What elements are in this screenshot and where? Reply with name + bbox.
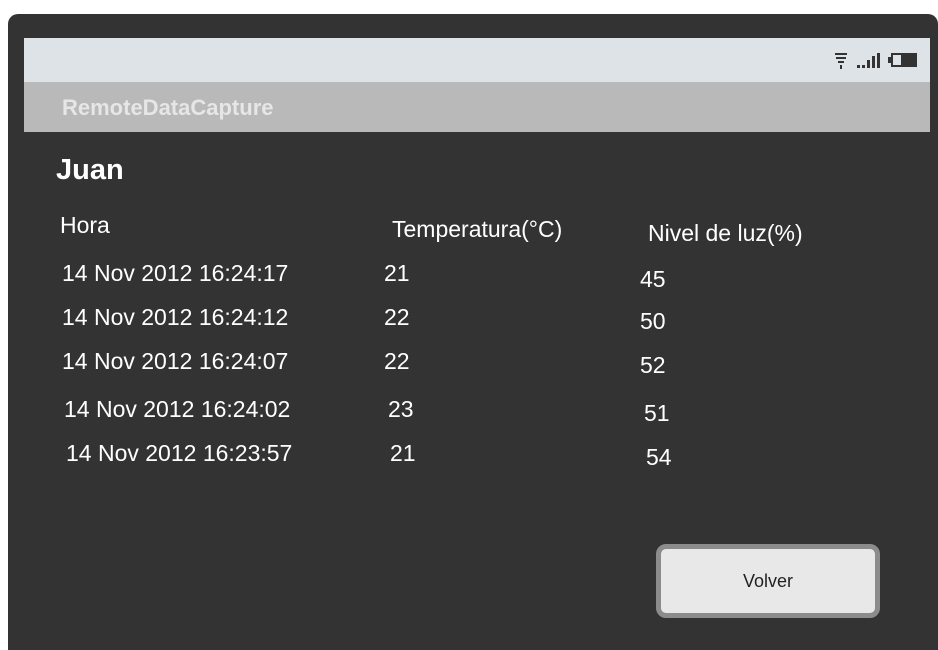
device-screen: RemoteDataCapture Juan Hora Temperatura(… xyxy=(8,14,938,650)
cell-light-4: 51 xyxy=(644,400,670,426)
header-temperatura: Temperatura(°C) xyxy=(392,216,563,242)
back-button[interactable]: Volver xyxy=(656,544,880,618)
header-nivel-luz: Nivel de luz(%) xyxy=(648,220,803,246)
wifi-icon xyxy=(833,51,849,69)
cell-time-3: 14 Nov 2012 16:24:07 xyxy=(62,348,289,374)
status-bar xyxy=(24,38,930,82)
cell-temp-5: 21 xyxy=(390,440,416,466)
header-hora: Hora xyxy=(60,212,110,238)
cell-time-4: 14 Nov 2012 16:24:02 xyxy=(64,396,291,422)
signal-icon xyxy=(857,52,880,68)
cell-time-2: 14 Nov 2012 16:24:12 xyxy=(62,304,289,330)
cell-light-1: 45 xyxy=(640,266,666,292)
cell-temp-2: 22 xyxy=(384,304,410,330)
status-icons xyxy=(833,50,918,70)
cell-temp-4: 23 xyxy=(388,396,414,422)
cell-light-2: 50 xyxy=(640,308,666,334)
cell-time-1: 14 Nov 2012 16:24:17 xyxy=(62,260,289,286)
cell-time-5: 14 Nov 2012 16:23:57 xyxy=(66,440,293,466)
user-name: Juan xyxy=(56,154,124,186)
cell-temp-3: 22 xyxy=(384,348,410,374)
cell-light-3: 52 xyxy=(640,352,666,378)
cell-temp-1: 21 xyxy=(384,260,410,286)
cell-light-5: 54 xyxy=(646,444,672,470)
battery-icon xyxy=(888,53,918,67)
app-title-bar: RemoteDataCapture xyxy=(24,82,930,132)
app-title: RemoteDataCapture xyxy=(62,95,274,120)
